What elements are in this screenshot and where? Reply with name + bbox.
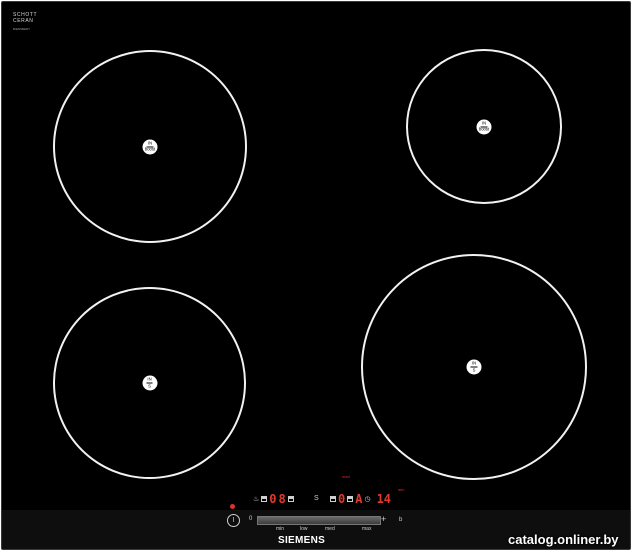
display-left-group: ♨ 0 8 [253, 491, 294, 506]
zone-select-icon[interactable] [330, 495, 336, 502]
plus-button[interactable]: + [381, 514, 386, 524]
slider-zero-label: 0 [249, 516, 253, 522]
badge-mode: S [148, 383, 151, 388]
zone-select-icon[interactable] [261, 495, 268, 502]
med-indicator: med [342, 474, 350, 479]
s-label: S [314, 495, 319, 502]
timer-icon[interactable]: ◷ [364, 495, 370, 503]
watermark-text: catalog.onliner.by [508, 532, 619, 547]
badge-mode: S [472, 367, 476, 372]
slider-med-label: med [325, 526, 335, 532]
slider-min-label: min [276, 526, 285, 532]
zone-front-left-top[interactable]: IN boost [53, 50, 247, 243]
display-mid-digit2: A [355, 491, 363, 506]
badge-mode: boost [144, 146, 156, 152]
slider-max-label: max [362, 526, 372, 532]
siemens-logo: SIEMENS [278, 535, 326, 546]
zone-badge: IN S [466, 359, 482, 375]
timer-display: 14 [376, 491, 392, 506]
zone-badge: IN boost [476, 119, 492, 134]
power-button[interactable]: I [227, 514, 240, 527]
cooktop-glass: SCHOTT CERAN BIERSBERT IN boost IN boost… [1, 1, 631, 550]
display-right-group: 0 A ◷ 14 [330, 491, 392, 506]
b-label[interactable]: b [399, 517, 402, 523]
zone-select-icon[interactable] [347, 495, 354, 502]
brand-sub: BIERSBERT [13, 27, 30, 31]
schott-ceran-logo: SCHOTT CERAN BIERSBERT [13, 12, 37, 33]
power-led [230, 504, 235, 509]
power-slider[interactable] [257, 516, 381, 525]
display-mid-group: S [314, 492, 319, 505]
display-left-digit: 0 [269, 491, 277, 506]
slider-low-label: low [300, 526, 308, 532]
chef-icon[interactable]: ♨ [253, 495, 259, 503]
display-mid-digit: 0 [338, 491, 346, 506]
zone-back-right[interactable]: IN boost [406, 49, 562, 204]
min-indicator: min [398, 487, 405, 492]
badge-mode: boost [478, 126, 490, 132]
power-icon: I [232, 517, 235, 524]
display-left-digit2: 8 [278, 491, 286, 506]
zone-badge: IN boost [142, 139, 158, 154]
zone-select-icon[interactable] [287, 495, 294, 502]
zone-badge: IN S [142, 375, 157, 391]
zone-front-left[interactable]: IN S [53, 287, 246, 479]
brand-line2: CERAN [13, 17, 34, 24]
zone-front-right[interactable]: IN S [361, 254, 587, 480]
